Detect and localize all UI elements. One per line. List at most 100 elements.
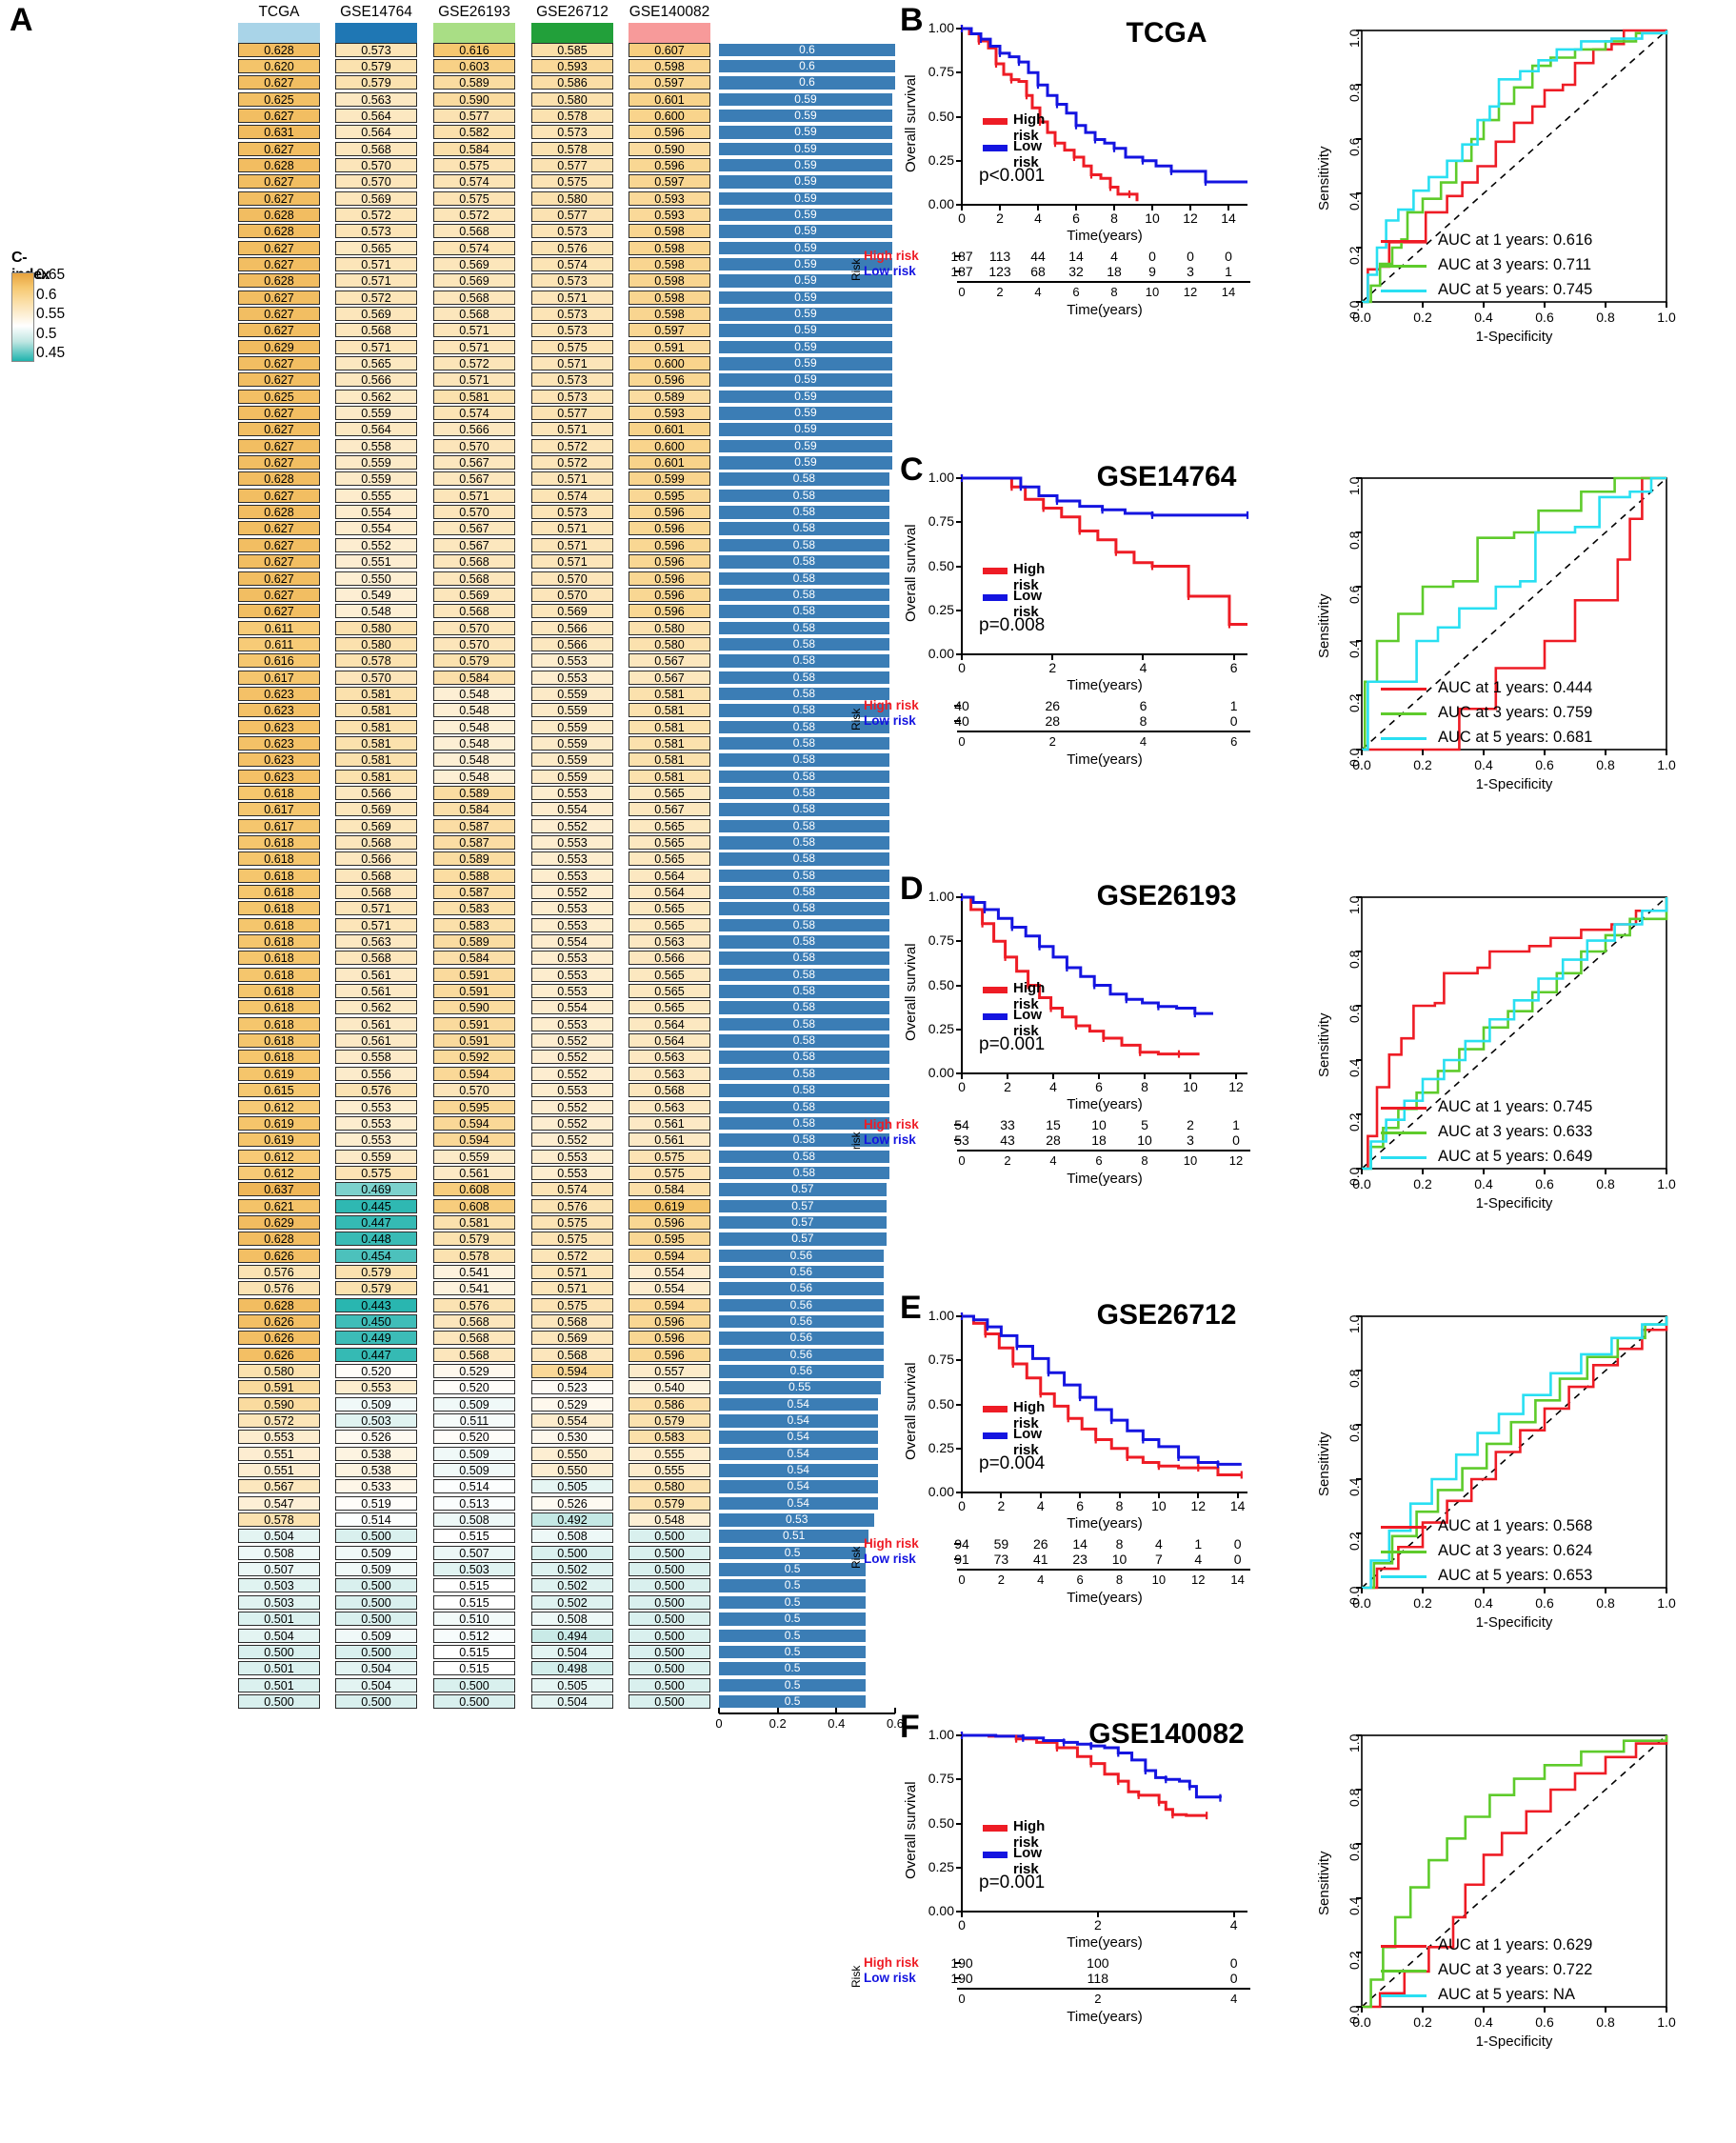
roc-legend-line	[1381, 688, 1427, 691]
roc-y-tick-label: 0.8	[1347, 1369, 1362, 1388]
roc-x-tick	[1544, 2007, 1546, 2013]
roc-x-tick-label: 0.2	[1413, 1595, 1432, 1611]
roc-x-tick	[1666, 302, 1667, 308]
roc-curves	[1361, 1734, 1668, 2009]
roc-x-tick	[1544, 750, 1546, 755]
roc-x-tick	[1422, 1588, 1424, 1593]
roc-curves	[1361, 1315, 1668, 1590]
roc-x-tick-label: 0.8	[1596, 2014, 1615, 2030]
roc-y-axis-label: Sensitivity	[1316, 1431, 1332, 1496]
roc-y-tick-label: 0.2	[1347, 693, 1362, 712]
survival-panel-c: C GSE14764 1.00 0.75 0.50 0.25 0.00 0 2 4 6 Time(ye…	[0, 419, 1736, 836]
roc-plot: 0.0 0.0 0.2 0.2 0.4 0.4 0.6 0.6 0.8 0.8 1.0 1.0 Sens…	[0, 838, 1736, 1255]
survival-panel-d: D GSE26193 1.00 0.75 0.50 0.25 0.00 0 2 4 6 8 10 12 Ti…	[0, 838, 1736, 1255]
roc-y-tick-label: 0.2	[1347, 1951, 1362, 1970]
roc-y-tick	[1356, 1734, 1362, 1736]
roc-legend-label: AUC at 5 years: 0.681	[1438, 729, 1593, 746]
roc-legend-line	[1381, 1551, 1427, 1553]
roc-legend-line	[1381, 240, 1427, 243]
roc-x-tick	[1361, 1169, 1363, 1174]
roc-y-tick	[1356, 1478, 1362, 1480]
roc-x-axis-label: 1-Specificity	[1475, 1195, 1553, 1212]
survival-panel-e: E GSE26712 1.00 0.75 0.50 0.25 0.00 0 2 4 6 8 10 12 14…	[0, 1257, 1736, 1674]
roc-y-tick	[1356, 1952, 1362, 1953]
roc-y-tick-label: 0.4	[1347, 639, 1362, 658]
roc-x-axis-label: 1-Specificity	[1475, 776, 1553, 792]
roc-x-tick	[1483, 302, 1485, 308]
roc-x-tick-label: 0.2	[1413, 1176, 1432, 1192]
roc-legend-line	[1381, 1156, 1427, 1159]
roc-y-tick-label: 0.8	[1347, 83, 1362, 102]
roc-x-tick-label: 0.6	[1535, 1595, 1554, 1611]
roc-y-tick-label: 1.0	[1347, 1733, 1362, 1752]
roc-y-axis-label: Sensitivity	[1316, 1850, 1332, 1915]
roc-legend-label: AUC at 1 years: 0.568	[1438, 1517, 1593, 1534]
roc-x-tick	[1605, 302, 1606, 308]
roc-legend-label: AUC at 5 years: 0.649	[1438, 1148, 1593, 1165]
roc-y-tick	[1356, 586, 1362, 588]
roc-legend-line	[1381, 265, 1427, 268]
roc-x-tick	[1544, 1169, 1546, 1174]
roc-y-tick-label: 0.8	[1347, 1788, 1362, 1807]
roc-legend-line	[1381, 1526, 1427, 1529]
roc-y-tick	[1356, 138, 1362, 140]
roc-plot: 0.0 0.0 0.2 0.2 0.4 0.4 0.6 0.6 0.8 0.8 1.0 1.0 Sens…	[0, 1676, 1736, 2093]
roc-x-tick	[1666, 1588, 1667, 1593]
roc-x-tick-label: 0.6	[1535, 757, 1554, 772]
roc-y-tick	[1356, 1789, 1362, 1791]
roc-legend-line	[1381, 1575, 1427, 1578]
roc-y-tick-label: 0.6	[1347, 585, 1362, 604]
roc-y-tick	[1356, 951, 1362, 952]
roc-legend-line	[1381, 1994, 1427, 1997]
roc-y-tick	[1356, 1005, 1362, 1007]
roc-x-tick-label: 0.4	[1474, 1176, 1493, 1192]
roc-legend-label: AUC at 1 years: 0.444	[1438, 679, 1593, 696]
roc-x-tick	[1422, 750, 1424, 755]
roc-y-tick-label: 1.0	[1347, 476, 1362, 495]
roc-x-tick-label: 0.4	[1474, 2014, 1493, 2030]
roc-legend-label: AUC at 5 years: NA	[1438, 1986, 1575, 2003]
survival-panel-b: B TCGA 1.00 0.75 0.50 0.25 0.00 0 2 4 6 8 10 12 14 Time…	[0, 0, 1736, 417]
roc-x-tick-label: 1.0	[1657, 757, 1676, 772]
roc-legend-line	[1381, 1107, 1427, 1110]
roc-x-tick-label: 0.4	[1474, 1595, 1493, 1611]
roc-x-tick	[1422, 1169, 1424, 1174]
roc-x-tick	[1605, 2007, 1606, 2013]
roc-x-tick-label: 0.2	[1413, 757, 1432, 772]
roc-legend-label: AUC at 5 years: 0.745	[1438, 281, 1593, 298]
roc-y-tick	[1356, 896, 1362, 898]
roc-y-tick	[1356, 247, 1362, 249]
roc-x-tick	[1483, 750, 1485, 755]
roc-plot: 0.0 0.0 0.2 0.2 0.4 0.4 0.6 0.6 0.8 0.8 1.0 1.0 Sens…	[0, 419, 1736, 836]
roc-x-tick-label: 0.0	[1352, 310, 1371, 325]
roc-x-tick-label: 0.8	[1596, 1595, 1615, 1611]
roc-y-tick-label: 0.4	[1347, 191, 1362, 210]
roc-curves	[1361, 896, 1668, 1171]
roc-legend-label: AUC at 3 years: 0.759	[1438, 704, 1593, 721]
roc-x-tick-label: 1.0	[1657, 1595, 1676, 1611]
roc-x-tick	[1666, 750, 1667, 755]
roc-x-tick	[1605, 750, 1606, 755]
roc-plot: 0.0 0.0 0.2 0.2 0.4 0.4 0.6 0.6 0.8 0.8 1.0 1.0 Sens…	[0, 0, 1736, 417]
roc-legend-line	[1381, 712, 1427, 715]
roc-y-tick-label: 0.6	[1347, 1004, 1362, 1023]
roc-x-tick-label: 0.6	[1535, 310, 1554, 325]
roc-legend-label: AUC at 1 years: 0.745	[1438, 1098, 1593, 1115]
roc-x-tick	[1422, 2007, 1424, 2013]
roc-y-tick	[1356, 531, 1362, 533]
roc-x-tick-label: 0.0	[1352, 757, 1371, 772]
roc-x-tick-label: 0.8	[1596, 1176, 1615, 1192]
roc-x-tick	[1544, 302, 1546, 308]
roc-x-tick-label: 0.4	[1474, 757, 1493, 772]
roc-legend-line	[1381, 290, 1427, 292]
roc-x-tick	[1666, 1169, 1667, 1174]
roc-x-tick	[1422, 302, 1424, 308]
roc-legend-line	[1381, 1132, 1427, 1134]
roc-x-tick-label: 0.4	[1474, 310, 1493, 325]
roc-y-tick-label: 0.8	[1347, 531, 1362, 550]
roc-legend-label: AUC at 1 years: 0.629	[1438, 1936, 1593, 1953]
roc-x-tick	[1483, 1588, 1485, 1593]
roc-y-tick	[1356, 192, 1362, 194]
roc-y-tick-label: 0.4	[1347, 1896, 1362, 1915]
roc-legend-line	[1381, 1945, 1427, 1948]
